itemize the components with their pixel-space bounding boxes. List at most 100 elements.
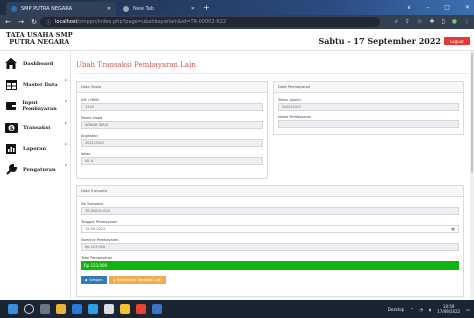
maximize-button[interactable]: □ (444, 2, 450, 13)
current-date: Sabtu - 17 September 2022 (318, 36, 441, 46)
tahun-ajaran-label: Tahun Ajaran (278, 98, 301, 102)
panel-heading: Data Siswa (77, 82, 267, 93)
nominal-pembayaran-field[interactable]: Rp 123,000 (81, 243, 459, 251)
close-window-button[interactable]: ✕ (465, 2, 470, 13)
zoom-icon[interactable]: ⌕ (395, 17, 398, 27)
main-content: Ubah Transaksi Pembayaran Lain Data Sisw… (71, 51, 474, 300)
profile-icon[interactable]: ● (452, 17, 457, 27)
sidebar-item-laporan[interactable]: Laporan ‹ (0, 139, 71, 158)
network-icon[interactable]: ◔ (420, 307, 424, 312)
nis-label: NIS / NISN (81, 98, 99, 102)
total-pembayaran-display: Rp 123,000 (81, 261, 459, 270)
sidebar-item-dashboard[interactable]: Dashboard (0, 54, 71, 73)
nama-siswa-field[interactable]: ARNUR IDRIS (81, 121, 263, 129)
tanggal-pembayaran-label: Tanggal Pembayaran (81, 220, 118, 224)
wrench-icon (4, 164, 18, 176)
window-controls: ∨ – □ ✕ (407, 2, 470, 13)
angkatan-field[interactable]: 2021/2022 (81, 139, 263, 147)
data-siswa-panel: Data Siswa NIS / NISN 1140 Nama Siswa AR… (76, 81, 268, 179)
sidebar-item-label: Transaksi (23, 124, 51, 131)
edge-browser-icon[interactable] (72, 304, 82, 314)
report-icon (4, 143, 18, 155)
save-icon: ▪ (85, 278, 88, 282)
kelas-label: Kelas (81, 152, 91, 156)
simpan-button[interactable]: ▪ Simpan (81, 276, 107, 284)
nominal-pembayaran-label: Nominal Pembayaran (81, 238, 119, 242)
tahun-ajaran-field[interactable]: 2021/2022 (278, 103, 459, 111)
mail-icon[interactable] (104, 304, 114, 314)
browser-extensions: ⌕ ⇪ ☆ ✚ ▯ ● ⋮ (395, 17, 470, 27)
clock[interactable]: 10:59 17/09/2022 (437, 304, 460, 314)
nama-pembayaran-label: Nama Pembayaran (278, 115, 312, 119)
chevron-left-icon: ‹ (64, 120, 67, 127)
chrome-icon[interactable] (136, 304, 146, 314)
app-icon[interactable] (152, 304, 162, 314)
close-tab-icon[interactable]: ✕ (191, 6, 195, 12)
tray-chevron-icon[interactable]: ⌃ (410, 307, 413, 312)
browser-tab-new[interactable]: New Tab ✕ (118, 2, 200, 15)
panel-heading: Data Pembayaran (274, 82, 463, 93)
svg-text:$: $ (9, 126, 13, 132)
nama-pembayaran-field[interactable] (278, 120, 459, 128)
kembali-label: Kembali ke Transaksi Lain (116, 278, 162, 282)
search-icon[interactable] (24, 304, 34, 314)
title-divider (76, 73, 468, 74)
angkatan-label: Angkatan (81, 134, 98, 138)
wallet-icon (4, 100, 17, 112)
notification-icon[interactable]: ▭ (466, 307, 470, 312)
new-tab-button[interactable]: + (203, 3, 210, 13)
address-bar[interactable]: ⓘ localhost /smppn/index.php?page=ubahba… (40, 17, 380, 27)
file-explorer-icon[interactable] (56, 304, 66, 314)
windows-start-icon[interactable] (8, 304, 18, 314)
no-transaksi-label: No Transaksi (81, 202, 104, 206)
close-tab-icon[interactable]: ✕ (107, 6, 111, 12)
url-path: /smppn/index.php?page=ubahbayarlain&id=T… (77, 19, 227, 25)
page-scrollbar[interactable] (470, 51, 474, 300)
tanggal-pembayaran-field[interactable]: 12-09-2022 ▦ (81, 225, 459, 233)
taskbar: Desktop ⌃ ◔ ◖ 10:59 17/09/2022 ▭ (0, 300, 474, 318)
data-transaksi-panel: Data Transaksi No Transaksi TR-00002-R22… (76, 185, 464, 297)
sidebar-item-input-pembayaran[interactable]: Input Pembayaran ‹ (0, 96, 71, 115)
brand-line-2: PUTRA NEGARA (9, 37, 70, 46)
no-transaksi-field[interactable]: TR-00002-R22 (81, 207, 459, 215)
nis-field[interactable]: 1140 (81, 103, 263, 111)
table-icon (4, 79, 18, 91)
site-favicon-icon (11, 5, 17, 12)
sidebar: Dashboard Master Data ‹ Input Pembayaran… (0, 51, 71, 300)
menu-dots-icon[interactable]: ⋮ (464, 17, 470, 27)
bookmark-star-icon[interactable]: ☆ (417, 17, 422, 27)
reload-icon[interactable]: ↻ (29, 18, 39, 26)
calendar-icon[interactable]: ▦ (451, 226, 455, 232)
volume-icon[interactable]: ◖ (429, 307, 431, 312)
task-view-icon[interactable] (40, 304, 50, 314)
data-pembayaran-panel: Data Pembayaran Tahun Ajaran 2021/2022 N… (273, 81, 464, 135)
tanggal-value: 12-09-2022 (85, 227, 106, 231)
sidebar-item-transaksi[interactable]: $ Transaksi ‹ (0, 118, 71, 137)
app-brand[interactable]: TATA USAHA SMP PUTRA NEGARA (6, 32, 73, 45)
logout-button[interactable]: Logout (444, 37, 470, 45)
simpan-label: Simpan (89, 278, 103, 282)
browser-tab-bar: SMP PUTRA NEGARA ✕ New Tab ✕ + ∨ – □ ✕ (0, 0, 474, 15)
sidebar-item-label: Pengaturan (23, 166, 56, 173)
share-icon[interactable]: ⇪ (405, 17, 410, 27)
back-arrow-icon[interactable]: ← (3, 18, 13, 26)
kelas-field[interactable]: VII A (81, 157, 263, 165)
page-title: Ubah Transaksi Pembayaran Lain (76, 61, 196, 69)
kembali-button[interactable]: ◂ Kembali ke Transaksi Lain (109, 276, 166, 284)
folder-icon[interactable] (120, 304, 130, 314)
chevron-left-icon: ‹ (64, 98, 67, 105)
sidebar-item-pengaturan[interactable]: Pengaturan ‹ (0, 160, 71, 179)
minimize-button[interactable]: – (426, 2, 429, 13)
tab-search-button[interactable]: ∨ (407, 2, 411, 13)
store-icon[interactable] (88, 304, 98, 314)
chevron-left-icon: ‹ (64, 77, 67, 84)
forward-arrow-icon[interactable]: → (16, 18, 26, 26)
extensions-icon[interactable]: ✚ (429, 17, 434, 27)
sidebar-panel-icon[interactable]: ▯ (441, 17, 444, 27)
scrollbar-thumb[interactable] (471, 53, 473, 173)
desktop-label[interactable]: Desktop (388, 307, 405, 312)
browser-tab-active[interactable]: SMP PUTRA NEGARA ✕ (6, 2, 116, 15)
home-icon (4, 58, 18, 70)
app-header: TATA USAHA SMP PUTRA NEGARA Sabtu - 17 S… (0, 29, 474, 51)
sidebar-item-master-data[interactable]: Master Data ‹ (0, 75, 71, 94)
